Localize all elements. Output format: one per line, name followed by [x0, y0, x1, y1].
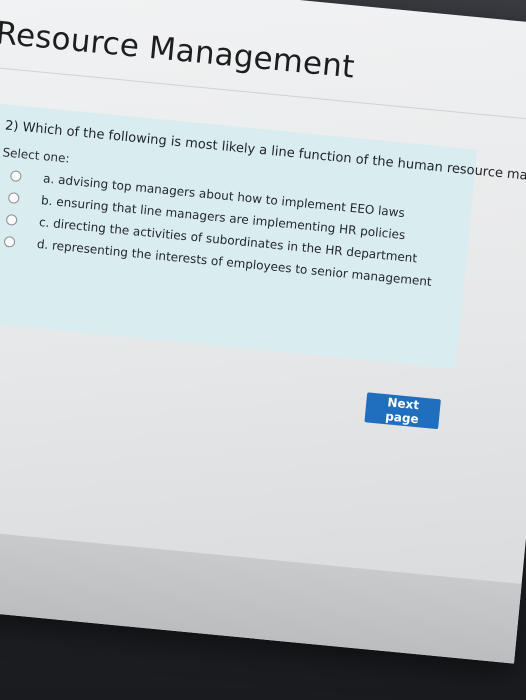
page-footer-area: [0, 527, 522, 664]
next-page-button[interactable]: Next page: [364, 392, 441, 430]
radio-button-icon[interactable]: [7, 191, 20, 204]
browser-viewport: Resource Management 2) Which of the foll…: [0, 0, 526, 664]
radio-button-icon[interactable]: [9, 169, 22, 182]
question-panel: 2) Which of the following is most likely…: [0, 103, 526, 369]
radio-button-icon[interactable]: [3, 235, 16, 248]
radio-button-icon[interactable]: [5, 213, 18, 226]
photo-frame: Resource Management 2) Which of the foll…: [0, 0, 526, 700]
page-title: Resource Management: [0, 15, 357, 86]
